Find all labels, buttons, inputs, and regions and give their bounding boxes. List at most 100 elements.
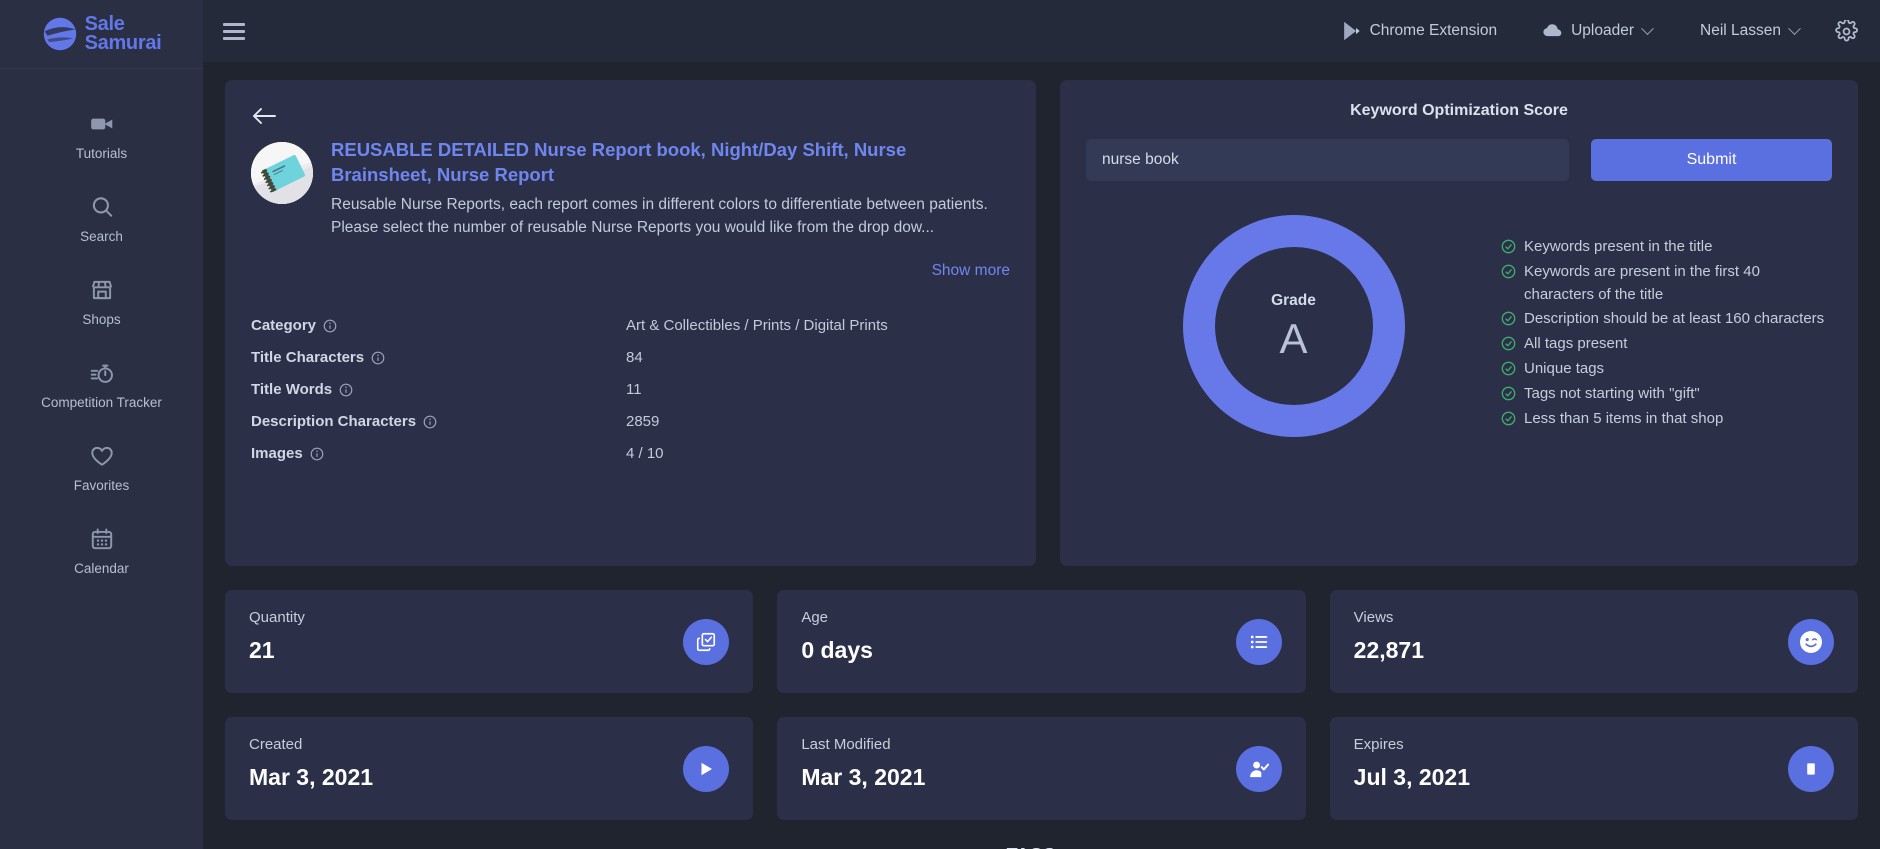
info-icon[interactable] [371, 351, 385, 365]
stat-card-value: Mar 3, 2021 [249, 764, 374, 790]
checklist-item-label: Description should be at least 160 chara… [1524, 310, 1825, 328]
sidebar-item-tutorials[interactable]: Tutorials [0, 95, 203, 178]
stat-card-age: Age 0 days [777, 590, 1306, 693]
chrome-extension-button[interactable]: Chrome Extension [1334, 17, 1506, 45]
brand-logo[interactable]: Sale Samurai [0, 0, 203, 62]
sidebar-item-shops[interactable]: Shops [0, 261, 203, 344]
uploader-menu[interactable]: Uploader [1535, 18, 1660, 44]
product-panel: REUSABLE DETAILED Nurse Report book, Nig… [225, 80, 1036, 566]
sidebar-item-label: Shops [82, 312, 121, 327]
topbar: Chrome Extension Uploader Neil Lassen [203, 0, 1880, 62]
check-circle-icon [1501, 386, 1516, 401]
grade-donut-chart: Grade A [1182, 215, 1405, 437]
meta-row: Images 4 / 10 [251, 438, 1010, 470]
calendar-icon [91, 528, 112, 550]
checklist-item: Keywords are present in the first 40 cha… [1501, 260, 1832, 308]
search-icon [92, 197, 112, 217]
stat-card-label: Quantity [249, 609, 305, 626]
user-menu[interactable]: Neil Lassen [1692, 18, 1807, 44]
stat-card-value: Jul 3, 2021 [1353, 764, 1471, 790]
keyword-optimization-panel: Keyword Optimization Score Submit Grade … [1060, 80, 1858, 566]
meta-row: Description Characters 2859 [251, 406, 1010, 438]
uploader-label: Uploader [1571, 22, 1634, 39]
stat-card-last-modified: Last Modified Mar 3, 2021 [777, 717, 1306, 820]
optimization-checklist: Keywords present in the title Keywords a… [1501, 207, 1832, 431]
info-icon[interactable] [310, 447, 324, 461]
keyword-input[interactable] [1086, 139, 1569, 181]
sidebar-item-calendar[interactable]: Calendar [0, 510, 203, 593]
sidebar-item-favorites[interactable]: Favorites [0, 427, 203, 510]
settings-button[interactable] [1835, 19, 1858, 43]
product-description: Reusable Nurse Reports, each report come… [331, 196, 988, 236]
meta-label-text: Images [251, 445, 303, 463]
keyword-results: Grade A Keywords present in the title Ke… [1086, 207, 1832, 437]
stat-card-label: Expires [1353, 736, 1404, 753]
info-icon[interactable] [339, 383, 353, 397]
sale-samurai-logo-icon [43, 17, 76, 51]
top-row: REUSABLE DETAILED Nurse Report book, Nig… [225, 80, 1858, 566]
chevron-down-icon [1788, 21, 1801, 35]
product-info: REUSABLE DETAILED Nurse Report book, Nig… [331, 138, 1010, 240]
checklist-item-label: Unique tags [1524, 359, 1605, 377]
meta-label-cell: Title Characters [251, 349, 626, 366]
tags-heading-label: TAGS [1007, 845, 1056, 849]
meta-value-cell: 2859 [626, 413, 660, 431]
stat-card-label: Created [249, 736, 303, 753]
meta-label-cell: Category [251, 317, 626, 334]
checklist-item-label: Less than 5 items in that shop [1524, 409, 1724, 427]
hamburger-icon[interactable] [221, 20, 247, 42]
meta-value-cell: 4 / 10 [626, 445, 664, 463]
main-area: Chrome Extension Uploader Neil Lassen RE… [203, 0, 1880, 849]
smiley-wink-icon [1787, 619, 1834, 665]
back-arrow-icon[interactable] [251, 106, 277, 126]
stat-card-value: 0 days [801, 637, 873, 663]
product-title[interactable]: REUSABLE DETAILED Nurse Report book, Nig… [331, 138, 1010, 187]
stat-card-value: 22,871 [1353, 637, 1425, 663]
submit-button[interactable]: Submit [1591, 139, 1832, 181]
meta-row: Title Characters 84 [251, 342, 1010, 374]
storefront-icon [91, 280, 112, 300]
meta-label-text: Title Words [251, 381, 333, 399]
show-more-link[interactable]: Show more [251, 262, 1010, 280]
tags-section-heading: TAGS [225, 845, 1858, 849]
sidebar-item-search[interactable]: Search [0, 178, 203, 261]
stat-cards-row-1: Quantity 21 Age 0 days Views 22,871 [225, 590, 1858, 693]
stat-card-created: Created Mar 3, 2021 [225, 717, 754, 820]
grade-value: A [1279, 315, 1308, 362]
info-icon[interactable] [323, 319, 337, 333]
info-icon[interactable] [423, 415, 437, 429]
heart-icon [90, 446, 113, 466]
product-thumbnail[interactable] [251, 142, 313, 204]
stopwatch-icon [90, 364, 113, 383]
cloud-upload-icon [1543, 24, 1562, 37]
check-circle-icon [1501, 239, 1516, 254]
checklist-item: Description should be at least 160 chara… [1501, 307, 1832, 332]
meta-value-cell: Art & Collectibles / Prints / Digital Pr… [626, 317, 888, 335]
check-circle-icon [1501, 336, 1516, 351]
chevron-down-icon [1641, 21, 1654, 35]
check-circle-icon [1501, 312, 1516, 326]
brand-name-line2: Samurai [84, 32, 162, 54]
sidebar-item-label: Tutorials [75, 146, 128, 161]
keyword-form: Submit [1086, 139, 1832, 181]
sidebar-item-competition-tracker[interactable]: Competition Tracker [0, 344, 203, 427]
checklist-item-label: Keywords present in the title [1524, 238, 1713, 255]
brand-name: Sale Samurai [84, 14, 162, 54]
meta-row: Category Art & Collectibles / Prints / D… [251, 310, 1010, 342]
list-icon [1235, 619, 1282, 665]
play-store-icon [1343, 21, 1360, 41]
check-circle-icon [1501, 361, 1516, 376]
video-camera-icon [90, 118, 112, 130]
stat-card-label: Age [801, 609, 829, 626]
meta-row: Title Words 11 [251, 374, 1010, 406]
product-header: REUSABLE DETAILED Nurse Report book, Nig… [251, 138, 1010, 240]
keyword-panel-title: Keyword Optimization Score [1350, 102, 1568, 119]
copy-check-icon [683, 619, 730, 665]
sidebar-item-label: Search [80, 229, 123, 244]
stat-card-label: Views [1353, 609, 1394, 626]
meta-label-text: Category [251, 317, 317, 335]
sidebar-item-label: Calendar [74, 561, 129, 576]
content-area: REUSABLE DETAILED Nurse Report book, Nig… [203, 62, 1880, 849]
checklist-item: Keywords present in the title [1501, 235, 1832, 260]
checklist-item: Unique tags [1501, 357, 1832, 382]
